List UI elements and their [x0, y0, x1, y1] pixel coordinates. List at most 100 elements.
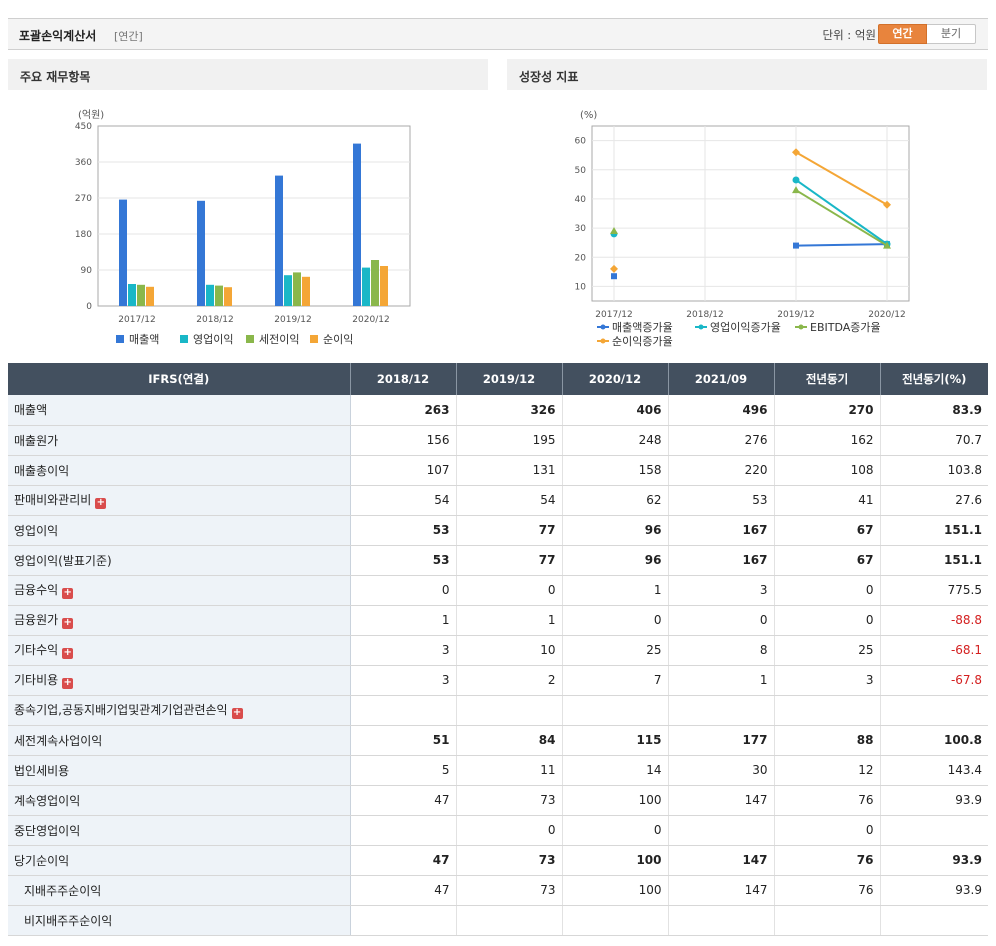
table-row: 매출총이익 107 131 158 220 108 103.8 — [8, 455, 988, 486]
table-cell: 162 — [774, 425, 881, 456]
row-label: 중단영업이익 — [8, 815, 351, 846]
row-label-text: 중단영업이익 — [14, 823, 81, 838]
table-row: 영업이익 53 77 96 167 67 151.1 — [8, 515, 988, 546]
table-cell: 3 — [774, 665, 881, 696]
bar — [380, 266, 388, 306]
table-cell: 96 — [562, 515, 669, 546]
y-axis-label: (억원) — [78, 109, 104, 121]
table-cell: 0 — [456, 575, 563, 606]
tab-quarterly[interactable]: 분기 — [927, 24, 976, 44]
table-cell: 10 — [456, 635, 563, 666]
legend-label: 매출액증가율 — [612, 321, 673, 334]
row-label-text: 당기순이익 — [14, 853, 70, 868]
row-label: 매출총이익 — [8, 455, 351, 486]
x-tick-label: 2017/12 — [118, 315, 155, 325]
table-row: 금융원가 +1 1 0 0 0 -88.8 — [8, 605, 988, 636]
table-row: 매출액 263 326 406 496 270 83.9 — [8, 395, 988, 426]
bar — [197, 200, 205, 306]
bar — [137, 284, 145, 306]
table-cell: 167 — [668, 545, 775, 576]
table-cell — [562, 905, 669, 936]
x-tick-label: 2019/12 — [777, 310, 814, 320]
row-label: 매출액 — [8, 395, 351, 426]
point — [792, 176, 800, 184]
bar — [302, 276, 310, 306]
column-header-period: 전년동기 — [774, 363, 881, 395]
table-cell: 0 — [456, 815, 563, 846]
table-cell: 326 — [456, 395, 563, 426]
table-cell: 25 — [562, 635, 669, 666]
table-cell: 3 — [350, 635, 457, 666]
table-row: 영업이익(발표기준) 53 77 96 167 67 151.1 — [8, 545, 988, 576]
row-label: 당기순이익 — [8, 845, 351, 876]
row-label-text: 기타비용 — [14, 673, 59, 687]
x-tick-label: 2019/12 — [274, 315, 311, 325]
table-cell: 775.5 — [880, 575, 988, 606]
y-tick-label: 90 — [81, 266, 93, 276]
table-cell: 30 — [668, 755, 775, 786]
table-cell: 11 — [456, 755, 563, 786]
table-cell: 76 — [774, 875, 881, 906]
y-tick-label: 270 — [75, 194, 92, 204]
table-cell — [880, 695, 988, 726]
table-cell: 88 — [774, 725, 881, 756]
legend-label: 영업이익 — [193, 333, 233, 346]
legend-marker — [600, 338, 606, 344]
row-label-text: 영업이익(발표기준) — [14, 553, 112, 568]
expand-plus-icon[interactable]: + — [231, 708, 243, 719]
table-cell: 0 — [668, 605, 775, 636]
legend-marker — [798, 324, 804, 330]
legend-label: 세전이익 — [259, 333, 299, 346]
row-label-text: 세전계속사업이익 — [14, 733, 103, 748]
table-cell: 27.6 — [880, 485, 988, 516]
row-label-text: 비지배주주순이익 — [24, 913, 113, 928]
table-cell: 54 — [350, 485, 457, 516]
bar — [293, 272, 301, 306]
growth-indicators-line-chart: 10 20 30 40 50 60 (%) 2017/12 2018/12 2019/12 2020… — [575, 110, 910, 348]
legend-marker — [698, 324, 704, 330]
table-cell: 93.9 — [880, 875, 988, 906]
bar — [284, 275, 292, 306]
table-cell: 0 — [562, 815, 669, 846]
row-label: 판매비와관리비 + — [8, 485, 351, 516]
unit-label: 단위 : 억원 — [822, 28, 876, 42]
table-cell: 7 — [562, 665, 669, 696]
table-cell — [456, 905, 563, 936]
expand-plus-icon[interactable]: + — [62, 588, 74, 599]
expand-plus-icon[interactable]: + — [62, 618, 74, 629]
expand-plus-icon[interactable]: + — [62, 648, 74, 659]
x-tick-label: 2018/12 — [686, 310, 723, 320]
table-cell: 62 — [562, 485, 669, 516]
table-cell: 220 — [668, 455, 775, 486]
legend-swatch — [310, 335, 318, 343]
row-label: 지배주주순이익 — [8, 875, 351, 906]
table-row: 기타수익 +3 10 25 8 25 -68.1 — [8, 635, 988, 666]
expand-plus-icon[interactable]: + — [62, 678, 74, 689]
table-cell: 2 — [456, 665, 563, 696]
table-cell — [668, 905, 775, 936]
table-cell: 1 — [456, 605, 563, 636]
table-cell — [668, 815, 775, 846]
table-cell: 41 — [774, 485, 881, 516]
table-cell: 147 — [668, 785, 775, 816]
y-tick-label: 60 — [575, 137, 587, 147]
table-cell: 496 — [668, 395, 775, 426]
table-cell: 270 — [774, 395, 881, 426]
expand-plus-icon[interactable]: + — [95, 498, 107, 509]
table-cell: 67 — [774, 545, 881, 576]
table-cell: 76 — [774, 785, 881, 816]
y-tick-label: 50 — [575, 166, 587, 176]
legend-swatch — [180, 335, 188, 343]
column-header-period: 2018/12 — [350, 363, 457, 395]
y-tick-label: 40 — [575, 195, 587, 205]
tab-annual[interactable]: 연간 — [878, 24, 927, 44]
table-header-row: IFRS(연결) 2018/12 2019/12 2020/12 2021/09 전년동기… — [8, 363, 988, 395]
table-cell: 25 — [774, 635, 881, 666]
table-cell: 5 — [350, 755, 457, 786]
major-financials-panel: 주요 재무항목 0 90 180 270 360 450 (억원) 2017/12 2018/1… — [8, 59, 488, 361]
table-row: 판매비와관리비 +54 54 62 53 41 27.6 — [8, 485, 988, 516]
bar — [224, 287, 232, 306]
table-cell: 54 — [456, 485, 563, 516]
table-cell: 67 — [774, 515, 881, 546]
row-label: 금융수익 + — [8, 575, 351, 606]
